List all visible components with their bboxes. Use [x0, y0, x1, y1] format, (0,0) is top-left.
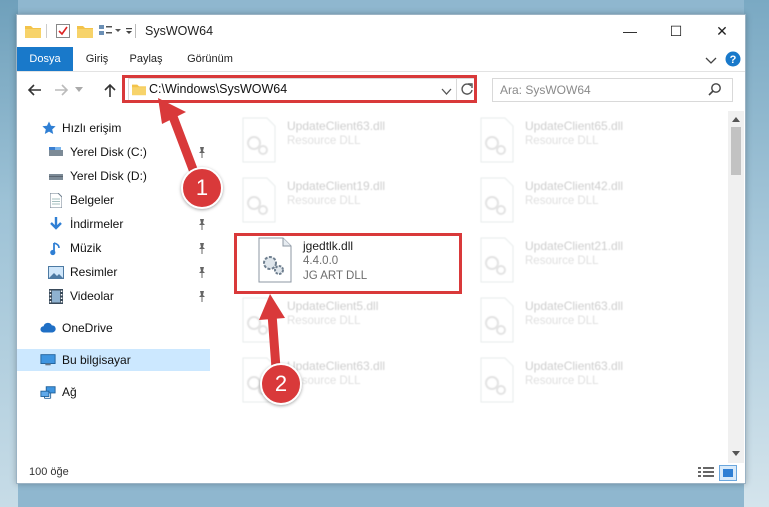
annotation-arrows [158, 98, 285, 373]
step-1-badge: 1 [181, 167, 223, 209]
step-2-badge: 2 [260, 363, 302, 405]
